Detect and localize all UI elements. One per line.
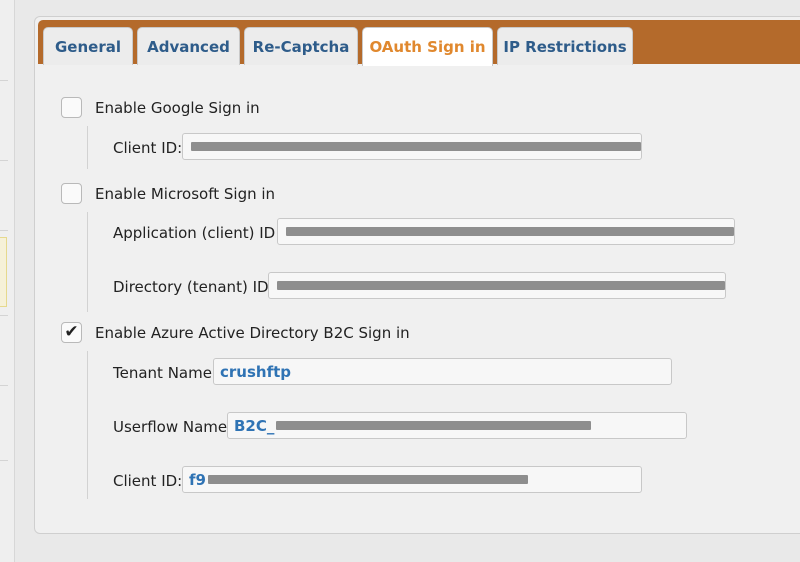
sidebar-divider bbox=[0, 460, 8, 461]
azure-tenant-name-value: crushftp bbox=[220, 362, 292, 381]
azure-b2c-group-line bbox=[87, 351, 88, 499]
tab-general[interactable]: General bbox=[43, 27, 133, 65]
azure-tenant-name-field[interactable]: crushftp bbox=[213, 358, 672, 385]
azure-client-id-prefix: f9 bbox=[189, 470, 206, 489]
redacted-value bbox=[191, 142, 641, 151]
left-sidebar-edge bbox=[0, 0, 15, 562]
azure-b2c-sign-in-label: Enable Azure Active Directory B2C Sign i… bbox=[95, 323, 410, 342]
checkmark-icon: ✔ bbox=[64, 322, 79, 342]
microsoft-group-line bbox=[87, 212, 88, 312]
azure-client-id-label: Client ID: bbox=[113, 472, 183, 490]
sidebar-divider bbox=[0, 80, 8, 81]
redacted-value bbox=[277, 281, 725, 290]
redacted-value bbox=[286, 227, 734, 236]
sidebar-divider bbox=[0, 230, 8, 231]
sidebar-divider bbox=[0, 160, 8, 161]
sidebar-selected-item[interactable] bbox=[0, 237, 7, 307]
sidebar-divider bbox=[0, 315, 8, 316]
google-sign-in-label: Enable Google Sign in bbox=[95, 98, 260, 117]
sidebar-divider bbox=[0, 385, 8, 386]
microsoft-app-id-field[interactable] bbox=[277, 218, 735, 245]
azure-b2c-sign-in-row: ✔ Enable Azure Active Directory B2C Sign… bbox=[61, 322, 410, 343]
azure-tenant-name-label: Tenant Name: bbox=[113, 364, 218, 382]
tab-advanced[interactable]: Advanced bbox=[137, 27, 240, 65]
redacted-value bbox=[207, 475, 528, 484]
azure-userflow-name-field[interactable]: B2C_ bbox=[227, 412, 687, 439]
azure-userflow-prefix: B2C_ bbox=[234, 416, 275, 435]
azure-b2c-sign-in-checkbox[interactable]: ✔ bbox=[61, 322, 82, 343]
google-group-line bbox=[87, 126, 88, 169]
tab-re-captcha[interactable]: Re-Captcha bbox=[244, 27, 358, 65]
microsoft-sign-in-checkbox[interactable] bbox=[61, 183, 82, 204]
microsoft-tenant-id-field[interactable] bbox=[268, 272, 726, 299]
tab-ip-restrictions[interactable]: IP Restrictions bbox=[497, 27, 633, 65]
microsoft-sign-in-row: Enable Microsoft Sign in bbox=[61, 183, 275, 204]
google-client-id-label: Client ID: bbox=[113, 139, 183, 157]
microsoft-sign-in-label: Enable Microsoft Sign in bbox=[95, 184, 276, 203]
google-sign-in-checkbox[interactable] bbox=[61, 97, 82, 118]
microsoft-app-id-label: Application (client) ID: bbox=[113, 224, 281, 242]
azure-client-id-field[interactable]: f9 bbox=[182, 466, 642, 493]
google-sign-in-row: Enable Google Sign in bbox=[61, 97, 260, 118]
tab-oauth-sign-in[interactable]: OAuth Sign in bbox=[362, 27, 493, 66]
azure-userflow-name-label: Userflow Name: bbox=[113, 418, 233, 436]
redacted-value bbox=[276, 421, 592, 430]
microsoft-tenant-id-label: Directory (tenant) ID: bbox=[113, 278, 274, 296]
google-client-id-field[interactable] bbox=[182, 133, 642, 160]
